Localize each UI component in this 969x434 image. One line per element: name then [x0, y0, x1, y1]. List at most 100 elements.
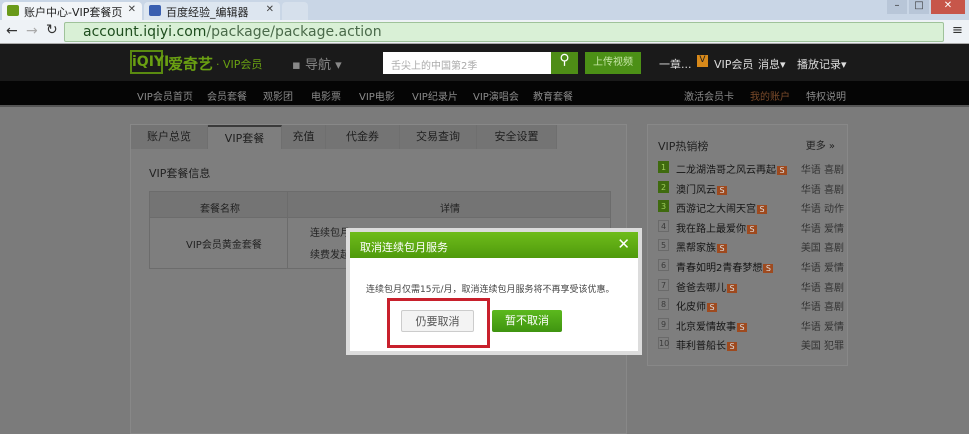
movie-title[interactable]: 青春如明2青春梦想 S	[676, 259, 774, 274]
movie-genre: 华语 爱情	[800, 223, 844, 235]
package-detail: 连续包月	[310, 228, 350, 239]
search-icon: ⚲	[559, 52, 570, 68]
vip-badge-icon: V	[697, 55, 708, 67]
new-tab-button[interactable]	[282, 2, 308, 20]
close-icon[interactable]: ✕	[617, 235, 630, 253]
movie-genre: 华语 动作	[800, 204, 844, 216]
hot-list-item[interactable]: 2 澳门风云 S 华语 喜剧	[658, 179, 848, 197]
movie-title[interactable]: 爸爸去哪儿 S	[676, 279, 737, 294]
browser-tab[interactable]: 百度经验_编辑器 ✕	[144, 2, 280, 20]
messages-menu[interactable]: 消息▾	[758, 56, 786, 72]
movie-genre: 华语 喜剧	[800, 165, 844, 176]
iqiyi-logo[interactable]: iQIYI	[130, 50, 169, 74]
brand-name: 爱奇艺	[168, 55, 214, 73]
cancel-subscription-dialog: 取消连续包月服务 ✕ 连续包月仅需15元/月，取消连续包月服务将不再享受该优惠。…	[346, 228, 642, 355]
movie-title[interactable]: 菲利普船长 S	[676, 337, 737, 352]
vip-s-badge-icon: S	[727, 342, 737, 352]
subnav-concerts[interactable]: VIP演唱会	[473, 88, 519, 103]
search-input[interactable]: 舌尖上的中国第2季	[383, 52, 551, 74]
close-tab-icon[interactable]: ✕	[128, 4, 136, 15]
subnav-packages[interactable]: 会员套餐	[207, 88, 247, 103]
close-window-icon[interactable]: ✕	[931, 0, 965, 14]
back-icon[interactable]: ←	[6, 23, 18, 39]
rank-badge: 10	[658, 337, 670, 350]
hot-list-item[interactable]: 6 青春如明2青春梦想 S 华语 爱情	[658, 257, 848, 275]
vip-hot-list: VIP热销榜 更多 » 1 二龙湖浩哥之风云再起 S 华语 喜剧 2 澳门风云 S 华语 喜剧…	[647, 124, 848, 366]
rank-badge: 9	[658, 317, 669, 330]
browser-tab-active[interactable]: 账户中心-VIP套餐页 ✕	[2, 2, 142, 20]
brand-sub: · VIP会员	[216, 58, 263, 71]
subnav-education[interactable]: 教育套餐	[533, 88, 573, 103]
movie-title[interactable]: 西游记之大闹天宫 S	[676, 200, 767, 215]
hot-list-item[interactable]: 3 西游记之大闹天宫 S 华语 动作	[658, 198, 848, 216]
tab-title: 百度经验_编辑器	[166, 6, 249, 19]
movie-title[interactable]: 黑帮家族 S	[676, 239, 727, 254]
reload-icon[interactable]: ↻	[46, 22, 58, 38]
vip-s-badge-icon: S	[763, 264, 774, 273]
movie-genre: 美国 犯罪	[800, 341, 844, 353]
maximize-icon[interactable]: □	[909, 0, 929, 14]
vip-s-badge-icon: S	[717, 244, 727, 254]
hot-list-item[interactable]: 8 化皮师 S 华语 喜剧	[658, 296, 848, 314]
vip-s-badge-icon: S	[707, 303, 717, 313]
confirm-cancel-button[interactable]: 仍要取消	[401, 310, 474, 332]
more-link[interactable]: 更多 »	[806, 137, 835, 152]
tab-vip-package[interactable]: VIP套餐	[208, 125, 282, 149]
rank-badge: 4	[658, 219, 669, 232]
nav-menu[interactable]: ▪ 导航 ▾	[292, 54, 342, 73]
url-input[interactable]: account.iqiyi.com/package/package.action	[64, 22, 944, 42]
hot-list-item[interactable]: 5 黑帮家族 S 美国 喜剧	[658, 237, 848, 255]
keep-subscription-button[interactable]: 暂不取消	[492, 310, 562, 332]
site-header: iQIYI 爱奇艺 · VIP会员 ▪ 导航 ▾ 舌尖上的中国第2季 ⚲ 上传视…	[0, 44, 969, 81]
tab-recharge[interactable]: 充值	[282, 125, 326, 149]
movie-genre: 华语 喜剧	[800, 184, 844, 196]
hot-list-item[interactable]: 1 二龙湖浩哥之风云再起 S 华语 喜剧	[658, 159, 848, 177]
minimize-icon[interactable]: –	[887, 0, 907, 14]
movie-genre: 华语 喜剧	[800, 282, 844, 294]
movie-title[interactable]: 澳门风云 S	[676, 181, 727, 196]
subnav-activate-card[interactable]: 激活会员卡	[684, 88, 734, 103]
dialog-message: 连续包月仅需15元/月，取消连续包月服务将不再享受该优惠。	[366, 285, 615, 295]
iqiyi-favicon-icon	[7, 5, 19, 16]
subnav-documentary[interactable]: VIP纪录片	[412, 88, 458, 103]
vip-s-badge-icon: S	[777, 166, 787, 175]
movie-title[interactable]: 二龙湖浩哥之风云再起 S	[676, 161, 787, 176]
tab-security[interactable]: 安全设置	[477, 125, 557, 149]
tab-vouchers[interactable]: 代金券	[326, 125, 400, 149]
forward-icon[interactable]: →	[26, 23, 38, 39]
subnav-my-account[interactable]: 我的账户	[750, 88, 790, 103]
sub-navigation: VIP会员首页 会员套餐 观影团 电影票 VIP电影 VIP纪录片 VIP演唱会…	[0, 81, 969, 107]
search-button[interactable]: ⚲	[551, 52, 578, 74]
subnav-vip-movies[interactable]: VIP电影	[359, 88, 395, 103]
movie-title[interactable]: 我在路上最爱你 S	[676, 220, 757, 235]
section-title: VIP套餐信息	[149, 167, 211, 180]
upload-button[interactable]: 上传视频	[585, 52, 641, 74]
vip-s-badge-icon: S	[737, 322, 747, 332]
subnav-vip-home[interactable]: VIP会员首页	[137, 88, 193, 103]
hot-list-item[interactable]: 7 爸爸去哪儿 S 华语 喜剧	[658, 277, 848, 295]
vip-link[interactable]: VIP会员	[714, 56, 753, 72]
movie-title[interactable]: 化皮师 S	[676, 298, 717, 313]
baidu-favicon-icon	[149, 5, 161, 16]
package-detail: 续费发起	[310, 250, 350, 261]
vip-s-badge-icon: S	[747, 224, 757, 234]
menu-icon[interactable]: ≡	[952, 23, 963, 38]
rank-badge: 3	[658, 200, 669, 213]
hot-list-item[interactable]: 9 北京爱情故事 S 华语 爱情	[658, 316, 848, 334]
subnav-group[interactable]: 观影团	[263, 88, 293, 103]
movie-genre: 华语 爱情	[800, 321, 844, 333]
tab-account-overview[interactable]: 账户总览	[131, 125, 208, 149]
user-name[interactable]: 一章...	[659, 56, 692, 72]
history-menu[interactable]: 播放记录▾	[797, 56, 847, 72]
subnav-tickets[interactable]: 电影票	[311, 88, 341, 103]
movie-title[interactable]: 北京爱情故事 S	[676, 318, 747, 333]
hot-list-item[interactable]: 10 菲利普船长 S 美国 犯罪	[658, 335, 848, 353]
movie-genre: 华语 爱情	[800, 263, 844, 274]
close-tab-icon[interactable]: ✕	[266, 4, 274, 15]
rank-badge: 6	[658, 259, 669, 271]
subnav-privileges[interactable]: 特权说明	[806, 88, 846, 103]
hot-list-item[interactable]: 4 我在路上最爱你 S 华语 爱情	[658, 218, 848, 236]
tab-transactions[interactable]: 交易查询	[400, 125, 477, 149]
rank-badge: 8	[658, 298, 669, 311]
rank-badge: 2	[658, 180, 669, 193]
